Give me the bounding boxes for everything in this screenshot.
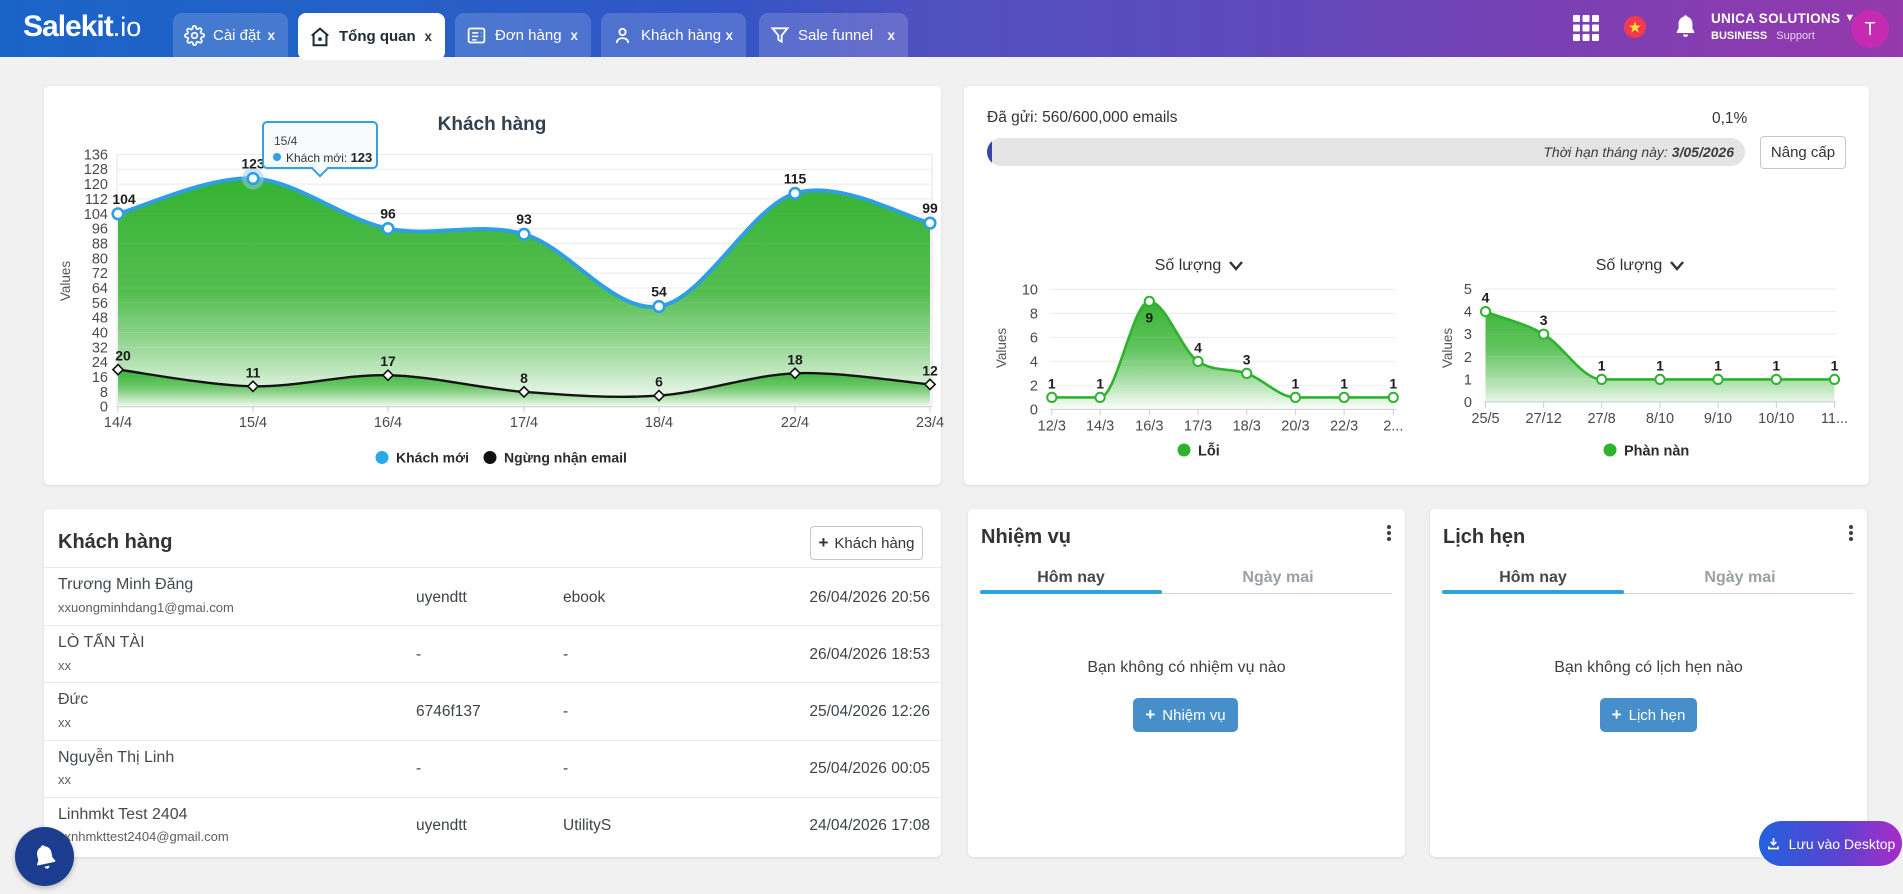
svg-text:Số lượng: Số lượng bbox=[1596, 257, 1663, 274]
svg-text:25/5: 25/5 bbox=[1471, 411, 1499, 427]
svg-text:32: 32 bbox=[92, 340, 108, 356]
svg-text:1: 1 bbox=[1389, 375, 1397, 391]
svg-text:4: 4 bbox=[1030, 354, 1038, 370]
svg-text:115: 115 bbox=[784, 170, 807, 186]
svg-text:40: 40 bbox=[92, 326, 108, 342]
svg-text:96: 96 bbox=[92, 222, 108, 238]
svg-text:17/4: 17/4 bbox=[510, 415, 538, 431]
svg-text:16/3: 16/3 bbox=[1135, 418, 1163, 434]
svg-text:1: 1 bbox=[1831, 357, 1839, 373]
svg-text:20: 20 bbox=[115, 348, 131, 364]
svg-text:10: 10 bbox=[1022, 282, 1038, 298]
svg-text:9/10: 9/10 bbox=[1704, 411, 1732, 427]
svg-text:8: 8 bbox=[1030, 306, 1038, 322]
svg-text:104: 104 bbox=[84, 207, 108, 223]
svg-text:12/3: 12/3 bbox=[1038, 418, 1066, 434]
svg-text:112: 112 bbox=[85, 192, 108, 208]
svg-text:10/10: 10/10 bbox=[1758, 411, 1794, 427]
svg-text:2: 2 bbox=[1464, 350, 1472, 366]
svg-text:1: 1 bbox=[1292, 375, 1300, 391]
svg-text:12: 12 bbox=[922, 362, 938, 378]
svg-text:Values: Values bbox=[58, 261, 73, 302]
svg-text:17: 17 bbox=[380, 353, 396, 369]
svg-text:27/12: 27/12 bbox=[1526, 411, 1562, 427]
svg-text:23/4: 23/4 bbox=[916, 415, 944, 431]
svg-text:80: 80 bbox=[92, 251, 108, 267]
svg-text:1: 1 bbox=[1656, 357, 1664, 373]
svg-text:72: 72 bbox=[92, 266, 108, 282]
svg-text:11...: 11... bbox=[1821, 411, 1848, 427]
svg-text:0: 0 bbox=[100, 400, 108, 416]
svg-text:93: 93 bbox=[516, 211, 532, 227]
svg-text:1: 1 bbox=[1772, 357, 1780, 373]
svg-text:1: 1 bbox=[1048, 375, 1056, 391]
svg-text:104: 104 bbox=[112, 191, 136, 207]
svg-text:11: 11 bbox=[246, 364, 261, 380]
svg-text:8: 8 bbox=[520, 370, 528, 386]
svg-text:2: 2 bbox=[1030, 378, 1038, 394]
svg-text:18: 18 bbox=[787, 351, 803, 367]
svg-text:17/3: 17/3 bbox=[1184, 418, 1212, 434]
svg-text:20/3: 20/3 bbox=[1281, 418, 1309, 434]
svg-text:1: 1 bbox=[1598, 357, 1606, 373]
svg-text:54: 54 bbox=[651, 284, 667, 300]
svg-text:3: 3 bbox=[1540, 312, 1548, 328]
svg-text:0: 0 bbox=[1030, 402, 1038, 418]
svg-text:120: 120 bbox=[84, 177, 108, 193]
svg-text:14/4: 14/4 bbox=[104, 415, 132, 431]
svg-text:16/4: 16/4 bbox=[374, 415, 402, 431]
svg-text:136: 136 bbox=[84, 147, 108, 163]
svg-text:4: 4 bbox=[1464, 305, 1472, 321]
svg-text:Số lượng: Số lượng bbox=[1155, 257, 1222, 274]
svg-text:Values: Values bbox=[1440, 328, 1455, 369]
svg-text:Values: Values bbox=[994, 328, 1009, 369]
svg-text:6: 6 bbox=[655, 374, 663, 390]
svg-text:1: 1 bbox=[1714, 357, 1722, 373]
svg-text:16: 16 bbox=[92, 370, 108, 386]
svg-text:Ngừng nhận email: Ngừng nhận email bbox=[504, 450, 627, 466]
svg-text:8/10: 8/10 bbox=[1646, 411, 1674, 427]
svg-text:18/3: 18/3 bbox=[1233, 418, 1261, 434]
svg-text:64: 64 bbox=[92, 281, 108, 297]
svg-text:Khách mới: Khách mới bbox=[396, 450, 469, 466]
svg-text:22/3: 22/3 bbox=[1330, 418, 1358, 434]
svg-text:Phàn nàn: Phàn nàn bbox=[1624, 444, 1689, 460]
svg-text:1: 1 bbox=[1096, 375, 1104, 391]
svg-text:2...: 2... bbox=[1383, 418, 1403, 434]
svg-text:88: 88 bbox=[92, 236, 108, 252]
svg-text:3: 3 bbox=[1464, 327, 1472, 343]
svg-text:4: 4 bbox=[1194, 339, 1202, 355]
svg-text:6: 6 bbox=[1030, 330, 1038, 346]
svg-text:22/4: 22/4 bbox=[781, 415, 809, 431]
svg-text:Khách hàng: Khách hàng bbox=[438, 114, 547, 135]
svg-text:18/4: 18/4 bbox=[645, 415, 673, 431]
svg-text:14/3: 14/3 bbox=[1086, 418, 1114, 434]
svg-text:Lỗi: Lỗi bbox=[1198, 443, 1220, 460]
svg-text:99: 99 bbox=[922, 200, 938, 216]
svg-text:15/4: 15/4 bbox=[239, 415, 267, 431]
svg-text:4: 4 bbox=[1482, 290, 1490, 306]
svg-text:1: 1 bbox=[1464, 372, 1472, 388]
svg-text:27/8: 27/8 bbox=[1587, 411, 1615, 427]
svg-text:3: 3 bbox=[1243, 351, 1251, 367]
svg-text:24: 24 bbox=[92, 355, 108, 371]
svg-text:9: 9 bbox=[1145, 309, 1153, 325]
svg-text:56: 56 bbox=[92, 296, 108, 312]
svg-text:1: 1 bbox=[1340, 375, 1348, 391]
svg-text:48: 48 bbox=[92, 311, 108, 327]
svg-text:0: 0 bbox=[1464, 395, 1472, 411]
svg-text:8: 8 bbox=[100, 385, 108, 401]
svg-text:96: 96 bbox=[380, 206, 396, 222]
svg-text:128: 128 bbox=[84, 162, 108, 178]
svg-text:5: 5 bbox=[1464, 282, 1472, 298]
